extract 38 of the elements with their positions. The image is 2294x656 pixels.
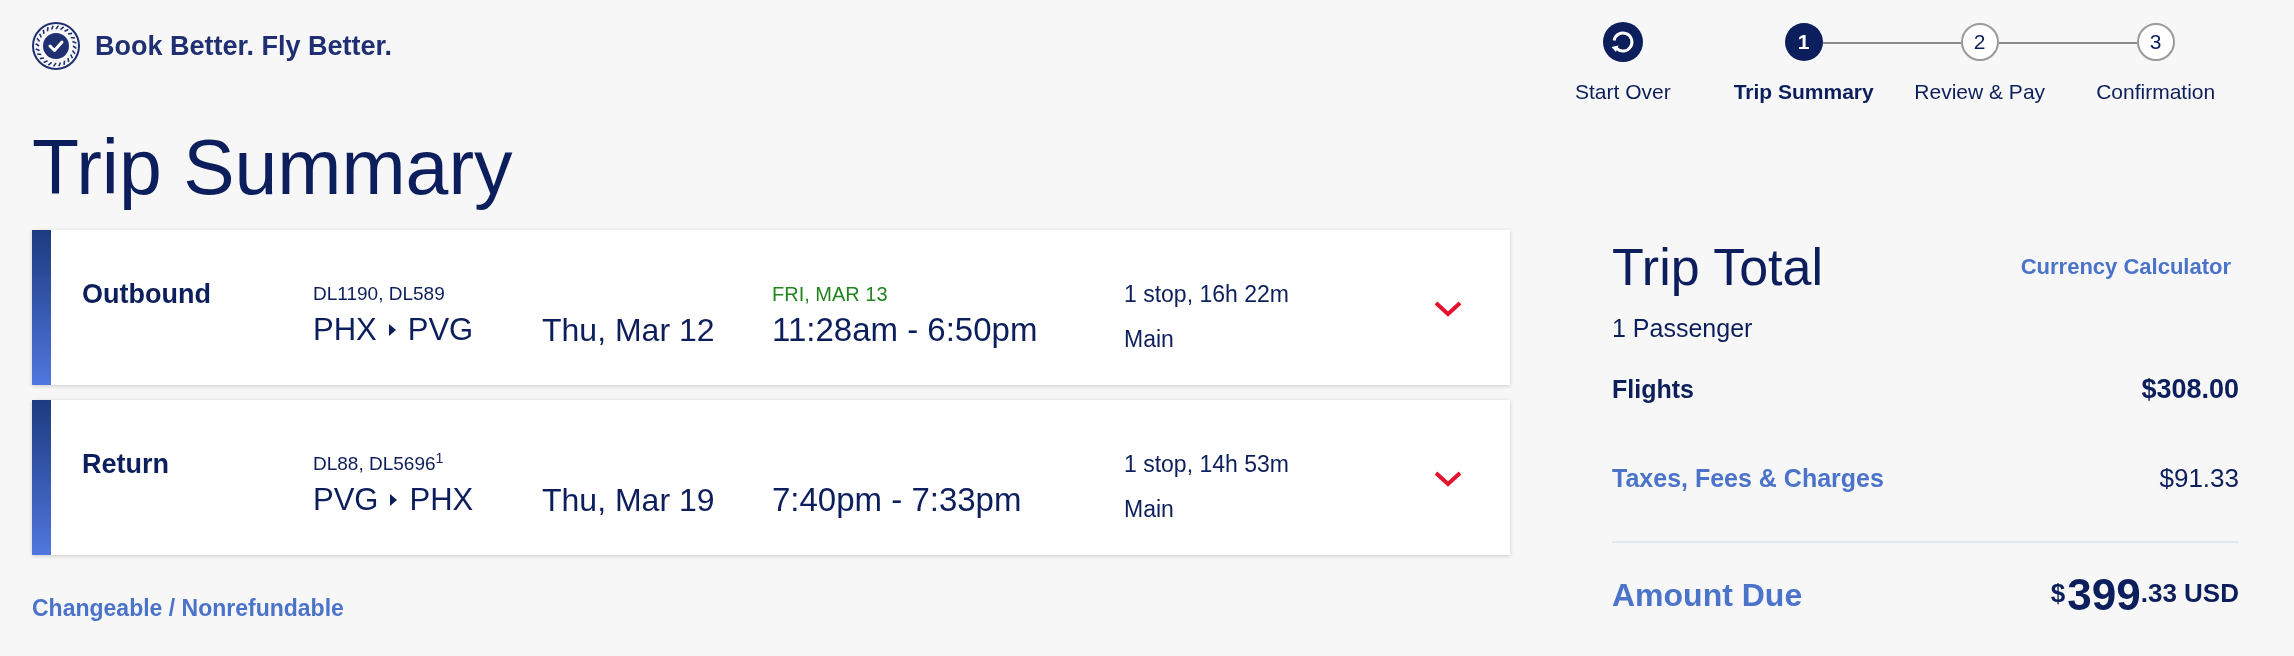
departure-date: Thu, Mar 19 — [542, 482, 715, 518]
chevron-down-icon[interactable] — [1434, 471, 1462, 487]
line-amount: $91.33 — [2159, 463, 2239, 493]
origin-code: PHX — [313, 312, 377, 348]
step-number: 1 — [1784, 23, 1823, 61]
logo-text: Book Better. Fly Better. — [95, 30, 393, 62]
step-label: Review & Pay — [1914, 80, 2046, 104]
triangle-right-icon — [390, 494, 398, 506]
taxes-fees-link[interactable]: Taxes, Fees & Charges — [1612, 463, 1884, 493]
flight-times: 11:28am - 6:50pm — [772, 312, 1038, 348]
direction-label: Return — [82, 449, 169, 479]
stops-duration: 1 stop, 14h 53m — [1124, 450, 1289, 478]
flight-numbers: DL88, DL5696$^{1}$ — [313, 452, 444, 476]
flight-numbers: DL1190, DL589 — [313, 282, 445, 306]
destination-code: PHX — [409, 482, 474, 518]
triangle-right-icon — [388, 324, 396, 336]
chevron-down-icon[interactable] — [1434, 301, 1462, 317]
line-amount: $308.00 — [2141, 374, 2239, 404]
step-number: 3 — [2136, 23, 2175, 61]
step-label: Trip Summary — [1733, 80, 1874, 104]
step-label: Confirmation — [2096, 80, 2216, 104]
destination-code: PVG — [407, 312, 474, 348]
start-over-button[interactable]: Start Over — [1575, 22, 1671, 104]
stops-duration: 1 stop, 16h 22m — [1124, 280, 1289, 308]
line-label: Flights — [1612, 374, 1694, 404]
cabin-class: Main — [1124, 495, 1174, 523]
origin-code: PVG — [313, 482, 379, 518]
arrival-date-note: FRI, MAR 13 — [772, 282, 888, 306]
passenger-count: 1 Passenger — [1612, 313, 1753, 343]
flight-times: 7:40pm - 7:33pm — [772, 482, 1022, 518]
amount-due-label: Amount Due — [1612, 576, 1803, 614]
fare-rules-link[interactable]: Changeable / Nonrefundable — [32, 595, 344, 621]
step-number: 2 — [1960, 23, 1999, 61]
currency-calculator-link[interactable]: Currency Calculator — [2020, 253, 2231, 281]
direction-label: Outbound — [82, 279, 211, 309]
departure-date: Thu, Mar 12 — [542, 312, 715, 348]
checkmark-badge-icon — [32, 22, 80, 70]
cabin-class: Main — [1124, 325, 1174, 353]
